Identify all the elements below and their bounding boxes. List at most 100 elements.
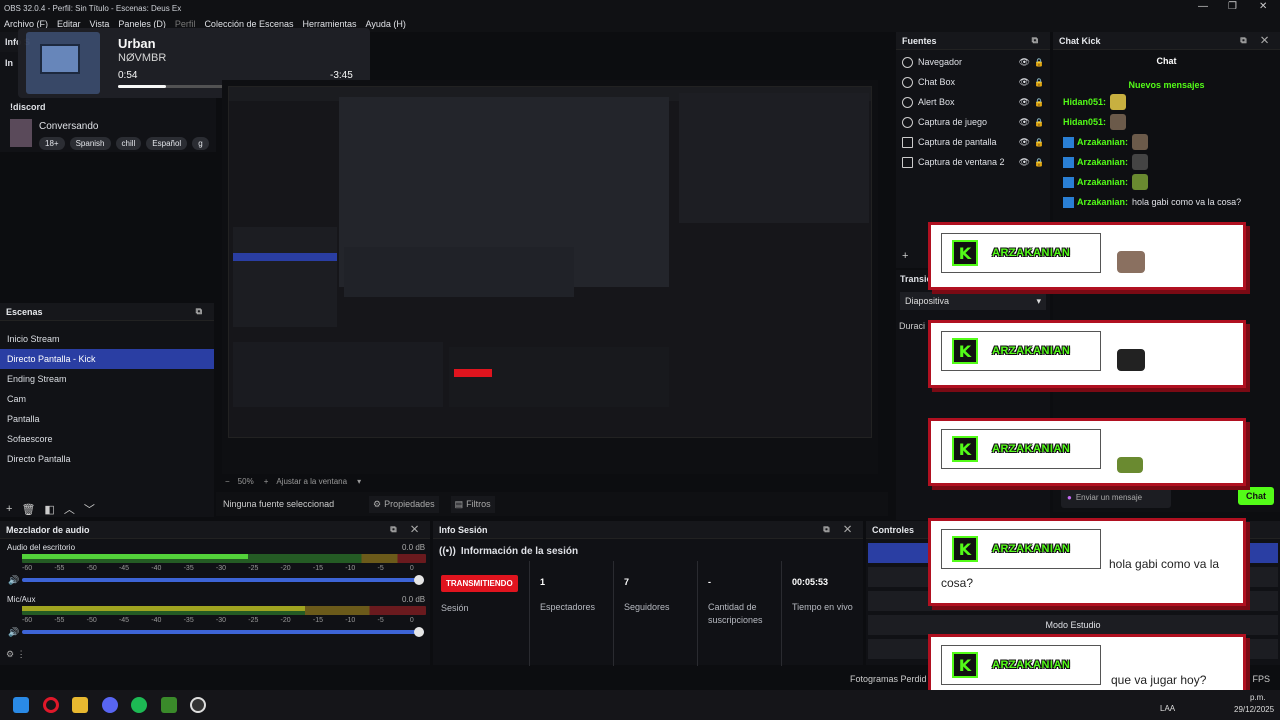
add-source-button[interactable]: + (902, 250, 908, 262)
eye-icon[interactable]: 👁 (1019, 157, 1030, 168)
minimize-icon[interactable]: — (1198, 1, 1208, 12)
album-art (26, 32, 100, 94)
eye-icon[interactable]: 👁 (1019, 77, 1030, 88)
eye-icon[interactable]: 👁 (1019, 97, 1030, 108)
tag[interactable]: Español (146, 137, 188, 150)
duration-label: Duraci (899, 321, 926, 331)
meter-tick-label: -10 (345, 617, 356, 624)
chat-username[interactable]: Arzakanian: (1077, 137, 1128, 147)
folder-icon[interactable] (72, 697, 88, 713)
source-label: Captura de pantalla (918, 137, 997, 147)
panel-controls[interactable]: ⧉ ✕ (390, 524, 424, 535)
scene-item[interactable]: Sofaescore (0, 429, 214, 449)
opera-icon[interactable] (43, 697, 59, 713)
source-item[interactable]: Navegador 👁 🔒 (896, 52, 1050, 72)
minecraft-icon[interactable] (161, 697, 177, 713)
float-icon[interactable]: ⧉ (196, 306, 208, 317)
chat-input[interactable]: ● Enviar un mensaje (1061, 486, 1171, 508)
clock-date[interactable]: 29/12/2025 (1234, 705, 1274, 714)
preview-canvas[interactable]: − 50% + Ajustar a la ventana ▾ (222, 80, 878, 486)
mixer-settings-icon[interactable]: ⚙ ⋮ (6, 649, 26, 660)
lock-icon[interactable]: 🔒 (1034, 98, 1044, 107)
source-item[interactable]: Captura de juego 👁 🔒 (896, 112, 1050, 132)
chat-username[interactable]: Arzakanian: (1077, 197, 1128, 207)
eye-icon[interactable]: 👁 (1019, 117, 1030, 128)
scene-item[interactable]: Ending Stream (0, 369, 214, 389)
info-title: Info Sesión (439, 524, 488, 535)
volume-slider[interactable] (22, 578, 424, 582)
zoom-out-button[interactable]: − (225, 477, 230, 486)
alert-inner: K ARZAKANIAN (941, 331, 1101, 371)
chevron-up-icon[interactable]: ︿ (64, 501, 84, 517)
tag[interactable]: chill (115, 137, 142, 150)
lock-icon[interactable]: 🔒 (1034, 158, 1044, 167)
fit-mode[interactable]: Ajustar a la ventana (276, 477, 347, 486)
source-item[interactable]: Chat Box 👁 🔒 (896, 72, 1050, 92)
lock-icon[interactable]: 🔒 (1034, 118, 1044, 127)
properties-button[interactable]: ⚙ Propiedades (369, 495, 439, 513)
speaker-icon[interactable]: 🔊 (8, 575, 19, 586)
stat-value: 00:05:53 (792, 577, 829, 587)
scene-item[interactable]: Directo Pantalla - Kick (0, 349, 214, 369)
scene-item[interactable]: Pantalla (0, 409, 214, 429)
studio-mode-button[interactable]: Modo Estudio (868, 615, 1278, 635)
tag[interactable]: 18+ (39, 137, 65, 150)
eye-icon[interactable]: 👁 (1019, 137, 1030, 148)
stat-viewers: 1 Espectadores (529, 561, 613, 666)
speaker-icon[interactable]: 🔊 (8, 627, 19, 638)
chat-username[interactable]: Hidan051: (1063, 117, 1106, 127)
chat-username[interactable]: Hidan051: (1063, 97, 1106, 107)
tag[interactable]: Spanish (69, 137, 111, 150)
nested-live-badge (454, 369, 492, 377)
volume-slider[interactable] (22, 630, 424, 634)
panel-controls[interactable]: ⧉ ✕ (823, 524, 857, 535)
gear-icon: ⚙ (373, 498, 382, 509)
menu-ayuda[interactable]: Ayuda (H) (366, 19, 406, 29)
scene-item[interactable]: Directo Pantalla (0, 449, 214, 469)
zoom-in-button[interactable]: + (264, 477, 269, 486)
source-item[interactable]: Captura de pantalla 👁 🔒 (896, 132, 1050, 152)
trash-icon[interactable]: 🗑 (21, 503, 44, 516)
chat-message: Arzakanian: (1053, 152, 1280, 172)
chat-username[interactable]: Arzakanian: (1077, 157, 1128, 167)
monitor-icon (902, 136, 913, 148)
chat-tab[interactable]: Chat (1053, 56, 1280, 66)
chevron-down-icon[interactable]: ﹀ (84, 501, 104, 517)
chat-username[interactable]: Arzakanian: (1077, 177, 1128, 187)
scene-item[interactable]: Cam (0, 389, 214, 409)
chevron-down-icon[interactable]: ▾ (357, 477, 361, 486)
source-label: Alert Box (918, 97, 955, 107)
taskbar: LAA p.m. 29/12/2025 (0, 690, 1280, 720)
close-icon[interactable]: ✕ (1259, 1, 1267, 12)
chat-send-button[interactable]: Chat (1238, 487, 1274, 505)
session-title-text: Información de la sesión (460, 546, 579, 557)
scene-item[interactable]: Inicio Stream (0, 329, 214, 349)
panel-controls[interactable]: ⧉ ✕ (1240, 35, 1274, 46)
windows-start-icon[interactable] (13, 697, 29, 713)
alert-username: ARZAKANIAN (992, 543, 1071, 555)
tag[interactable]: g (192, 137, 209, 150)
maximize-icon[interactable]: ❐ (1228, 1, 1237, 12)
obs-icon[interactable] (190, 697, 206, 713)
chat-message: Arzakanian: (1053, 132, 1280, 152)
filter-icon[interactable]: ◧ (44, 503, 63, 516)
spotify-icon[interactable] (131, 697, 147, 713)
float-icon[interactable]: ⧉ (1032, 35, 1044, 46)
clock-time[interactable]: p.m. (1250, 693, 1266, 702)
chat-message-list: Hidan051: Hidan051: Arzakanian: Arzakani… (1053, 92, 1280, 212)
lock-icon[interactable]: 🔒 (1034, 58, 1044, 67)
source-item[interactable]: Captura de ventana 2 👁 🔒 (896, 152, 1050, 172)
meter-tick-label: -25 (248, 565, 259, 572)
language-indicator[interactable]: LAA (1160, 704, 1175, 713)
source-item[interactable]: Alert Box 👁 🔒 (896, 92, 1050, 112)
transition-select[interactable]: Diapositiva ▾ (900, 292, 1046, 310)
lock-icon[interactable]: 🔒 (1034, 78, 1044, 87)
volume-knob[interactable] (414, 627, 424, 637)
volume-knob[interactable] (414, 575, 424, 585)
add-icon[interactable]: + (6, 503, 21, 515)
discord-icon[interactable] (102, 697, 118, 713)
filters-button[interactable]: ▤ Filtros (450, 495, 495, 513)
lock-icon[interactable]: 🔒 (1034, 138, 1044, 147)
source-list: Navegador 👁 🔒 Chat Box 👁 🔒 Alert Box 👁 🔒 Captu… (896, 52, 1050, 172)
eye-icon[interactable]: 👁 (1019, 57, 1030, 68)
